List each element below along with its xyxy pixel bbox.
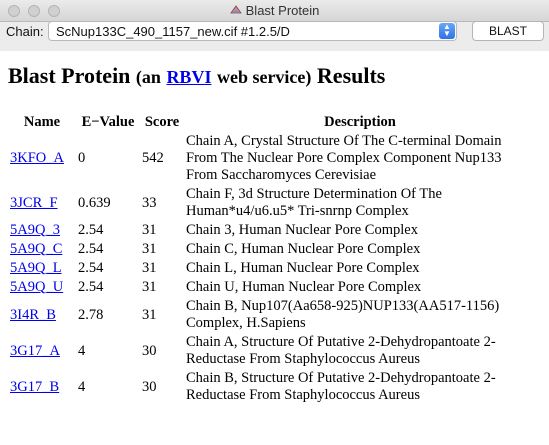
result-evalue-cell: 4 bbox=[78, 378, 86, 395]
result-description-cell: Chain L, Human Nuclear Pore Complex bbox=[186, 260, 420, 276]
result-name-link[interactable]: 3KFO_A bbox=[10, 150, 64, 166]
table-header-row: Name E−Value Score Description bbox=[8, 113, 536, 132]
result-name-cell: 3I4R_B bbox=[8, 297, 76, 333]
result-name-cell: 3G17_B bbox=[8, 369, 76, 405]
result-name-cell: 3KFO_A bbox=[8, 132, 76, 185]
column-header-evalue: E−Value bbox=[81, 114, 135, 130]
result-description-cell: Chain A, Crystal Structure Of The C-term… bbox=[186, 133, 502, 183]
result-description-cell: Chain C, Human Nuclear Pore Complex bbox=[186, 241, 421, 257]
result-name-cell: 3G17_A bbox=[8, 333, 76, 369]
result-evalue-cell: 4 bbox=[78, 342, 86, 359]
chimera-app-icon bbox=[229, 5, 242, 14]
heading-results: Results bbox=[316, 63, 386, 88]
result-name-cell: 5A9Q_C bbox=[8, 240, 76, 259]
result-score-cell: 31 bbox=[142, 306, 157, 323]
result-score-cell: 31 bbox=[142, 241, 157, 257]
heading-main: Blast Protein bbox=[8, 63, 131, 88]
result-name-link[interactable]: 3G17_A bbox=[10, 343, 60, 359]
result-score-cell: 31 bbox=[142, 279, 157, 295]
results-page: Blast Protein (an RBVI web service) Resu… bbox=[0, 51, 549, 445]
result-evalue-cell: 2.78 bbox=[78, 306, 104, 323]
result-score-cell: 31 bbox=[142, 222, 157, 238]
chain-select-value: ScNup133C_490_1157_new.cif #1.2.5/D bbox=[56, 24, 290, 39]
table-row: 5A9Q_3 2.54 31 Chain 3, Human Nuclear Pore … bbox=[8, 221, 536, 240]
blast-button[interactable]: BLAST bbox=[472, 21, 544, 41]
chain-label-text: Chain: bbox=[6, 24, 44, 39]
result-score-cell: 31 bbox=[142, 260, 157, 276]
heading-an: (an bbox=[135, 67, 161, 87]
result-name-link[interactable]: 5A9Q_C bbox=[10, 241, 62, 257]
result-score-cell: 30 bbox=[142, 378, 157, 395]
result-evalue-cell: 0 bbox=[78, 150, 86, 166]
result-evalue-cell: 0.639 bbox=[78, 194, 111, 211]
result-name-link[interactable]: 5A9Q_U bbox=[10, 279, 63, 295]
window-title-text: Blast Protein bbox=[245, 3, 320, 18]
result-name-cell: 5A9Q_3 bbox=[8, 221, 76, 240]
result-evalue-cell: 2.54 bbox=[78, 241, 104, 257]
result-name-link[interactable]: 3I4R_B bbox=[10, 307, 56, 323]
result-description-cell: Chain U, Human Nuclear Pore Complex bbox=[186, 279, 422, 295]
result-name-link[interactable]: 5A9Q_L bbox=[10, 260, 62, 276]
table-row: 3KFO_A 0 542 Chain A, Crystal Structure Of … bbox=[8, 132, 536, 185]
result-description-cell: Chain 3, Human Nuclear Pore Complex bbox=[186, 222, 418, 238]
result-name-cell: 5A9Q_L bbox=[8, 259, 76, 278]
table-row: 3G17_A 4 30 Chain A, Structure Of Putative … bbox=[8, 333, 536, 369]
table-row: 5A9Q_L 2.54 31 Chain L, Human Nuclear Pore … bbox=[8, 259, 536, 278]
results-table: Name E−Value Score Description 3KFO_A 0 54… bbox=[8, 113, 536, 405]
table-row: 5A9Q_U 2.54 31 Chain U, Human Nuclear Pore … bbox=[8, 278, 536, 297]
heading-service: web service) bbox=[216, 67, 312, 87]
result-description-cell: Chain B, Nup107(Aa658-925)NUP133(AA517-1… bbox=[186, 298, 500, 331]
result-name-cell: 3JCR_F bbox=[8, 185, 76, 221]
column-header-name: Name bbox=[23, 114, 61, 130]
table-row: 3JCR_F 0.639 33 Chain F, 3d Structure Deter… bbox=[8, 185, 536, 221]
result-evalue-cell: 2.54 bbox=[78, 222, 104, 238]
result-name-link[interactable]: 3G17_B bbox=[10, 379, 59, 395]
table-row: 3G17_B 4 30 Chain B, Structure Of Putative … bbox=[8, 369, 536, 405]
column-header-score: Score bbox=[144, 114, 180, 130]
result-name-link[interactable]: 5A9Q_3 bbox=[10, 222, 60, 238]
result-score-cell: 542 bbox=[142, 150, 164, 166]
result-evalue-cell: 2.54 bbox=[78, 260, 104, 276]
results-heading: Blast Protein (an RBVI web service) Resu… bbox=[8, 63, 385, 89]
table-row: 3I4R_B 2.78 31 Chain B, Nup107(Aa658-925)NU… bbox=[8, 297, 536, 333]
result-name-cell: 5A9Q_U bbox=[8, 278, 76, 297]
rbvi-link[interactable]: RBVI bbox=[166, 67, 211, 87]
select-arrows-icon: ▲ ▼ bbox=[439, 23, 455, 39]
window-titlebar: Blast Protein bbox=[0, 0, 549, 22]
column-header-description: Description bbox=[324, 114, 396, 130]
window-title: Blast Protein bbox=[0, 3, 549, 18]
result-score-cell: 30 bbox=[142, 342, 157, 359]
result-evalue-cell: 2.54 bbox=[78, 279, 104, 295]
result-description-cell: Chain B, Structure Of Putative 2-Dehydro… bbox=[186, 370, 496, 403]
result-score-cell: 33 bbox=[142, 194, 157, 211]
result-description-cell: Chain F, 3d Structure Determination Of T… bbox=[186, 186, 442, 219]
table-row: 5A9Q_C 2.54 31 Chain C, Human Nuclear Pore … bbox=[8, 240, 536, 259]
result-description-cell: Chain A, Structure Of Putative 2-Dehydro… bbox=[186, 334, 496, 367]
chain-select[interactable]: ScNup133C_490_1157_new.cif #1.2.5/D ▲ ▼ bbox=[48, 21, 457, 41]
result-name-link[interactable]: 3JCR_F bbox=[10, 195, 58, 211]
